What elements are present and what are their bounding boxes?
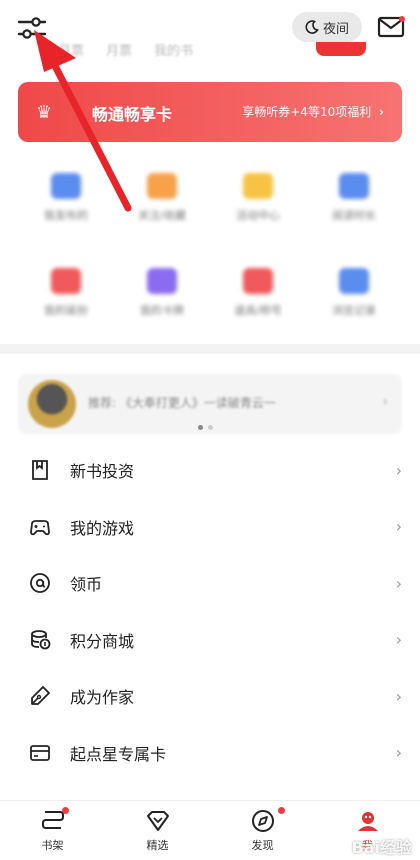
profile-page: 月票 月票 我的书 夜间 ♛ 畅通畅享卡 享畅听券+4等10项福利 › 我发布的… [0,0,420,860]
nav-tab-label: 书架 [41,838,64,852]
menu-item-label: 成为作家 [70,688,135,708]
vip-perk: 享畅听券+4等10项福利 › [242,103,384,120]
chevron-right-icon: › [379,105,384,119]
gamepad-icon [30,519,50,535]
chevron-right-icon: › [395,630,402,650]
pen-icon [31,686,50,706]
menu-item-label: 新书投资 [70,462,135,482]
sub-tabs: 月票 月票 我的书 [58,40,193,59]
vip-card-banner[interactable]: ♛ 畅通畅享卡 享畅听券+4等10项福利 › [18,82,402,142]
feature-label: 我的装扮 [44,303,88,317]
feature-grid-item[interactable]: 活动中心 [210,150,306,245]
nav-tab-label: 发现 [251,838,274,852]
feature-grid-item[interactable]: 关注/收藏 [114,150,210,245]
feature-icon [243,267,273,294]
carousel-dots [198,425,213,430]
feature-label: 浏览记录 [332,303,376,317]
header-red-button[interactable] [316,42,366,56]
feature-grid-item[interactable]: 阅读时长 [306,150,402,245]
menu-item-claim-coins[interactable]: 领币 › [0,555,420,612]
feature-label: 关注/收藏 [138,208,186,222]
feature-label: 活动中心 [236,208,280,222]
menu-item-points-mall[interactable]: 积分商城 › [0,612,420,669]
watermark: Bai经验 [351,838,412,857]
compass-icon [251,809,274,832]
carousel-dot [198,425,203,430]
nav-tab-bookshelf[interactable]: 书架 [0,801,105,860]
menu-item-star-card[interactable]: 起点星专属卡 › [0,725,420,782]
moon-icon [305,20,319,34]
profile-icon [357,811,378,831]
feature-label: 我的卡牌 [140,303,184,317]
menu-item-new-book-invest[interactable]: 新书投资 › [0,442,420,499]
feature-grid-item[interactable]: 我发布的 [18,150,114,245]
menu-item-label: 我的游戏 [70,518,135,538]
chevron-right-icon: › [395,573,402,593]
promo-avatar [28,380,76,428]
night-mode-label: 夜间 [322,21,349,37]
chevron-right-icon: › [395,460,402,480]
menu-item-label: 起点星专属卡 [70,744,167,764]
night-mode-button[interactable]: 夜间 [292,12,362,42]
feature-grid-item[interactable]: 我的卡牌 [114,245,210,340]
menu-list: 新书投资 › 我的游戏 › 领币 › 积分商城 › 成为作家 › 起点星专属卡 … [0,442,420,781]
nav-tab-featured[interactable]: 精选 [105,801,210,860]
feature-label: 阅读时长 [332,208,376,222]
feature-icon [51,172,81,199]
top-bar: 月票 月票 我的书 夜间 [0,0,420,59]
nav-tab-label: 精选 [146,838,169,852]
chevron-right-icon: › [382,394,388,410]
feature-grid-item[interactable]: 道具/称号 [210,245,306,340]
coin-stack-icon [31,629,51,650]
sub-tab[interactable]: 月票 [106,40,132,59]
feature-icon [147,267,177,294]
feature-icon [147,172,177,199]
menu-item-my-games[interactable]: 我的游戏 › [0,499,420,556]
crown-icon: ♛ [36,102,53,123]
mail-icon[interactable] [376,13,406,41]
settings-sliders-icon[interactable] [16,14,48,42]
menu-item-become-writer[interactable]: 成为作家 › [0,668,420,725]
nav-tab-discover[interactable]: 发现 [210,801,315,860]
vip-title: 畅通畅享卡 [92,105,173,124]
bookmark-icon [32,460,48,481]
menu-item-label: 积分商城 [70,631,135,651]
feature-grid-item[interactable]: 浏览记录 [306,245,402,340]
menu-item-label: 领币 [70,575,103,595]
feature-icon [243,172,273,199]
feature-grid-item[interactable]: 我的装扮 [18,245,114,340]
vip-perk-text: 享畅听券+4等10项福利 [242,105,372,119]
feature-label: 道具/称号 [234,303,282,317]
notification-dot [278,807,285,814]
section-divider [0,344,420,354]
notification-dot [62,807,69,814]
feature-grid: 我发布的 关注/收藏 活动中心 阅读时长我的装扮 我的卡牌 道具/称号 浏览记录 [18,150,402,340]
sub-tab[interactable]: 我的书 [154,40,193,59]
carousel-dot [208,425,213,430]
chevron-right-icon: › [395,517,402,537]
feature-icon [51,267,81,294]
promo-text: 推荐: 《大奉打更人》一读破青云一 [88,396,276,410]
chevron-right-icon: › [395,686,402,706]
feature-label: 我发布的 [44,208,88,222]
diamond-icon [146,810,169,831]
card-icon [30,744,50,761]
at-coin-icon [30,573,50,594]
feature-icon [339,267,369,294]
feature-icon [339,172,369,199]
chevron-right-icon: › [395,743,402,763]
sub-tab[interactable]: 月票 [58,40,84,59]
